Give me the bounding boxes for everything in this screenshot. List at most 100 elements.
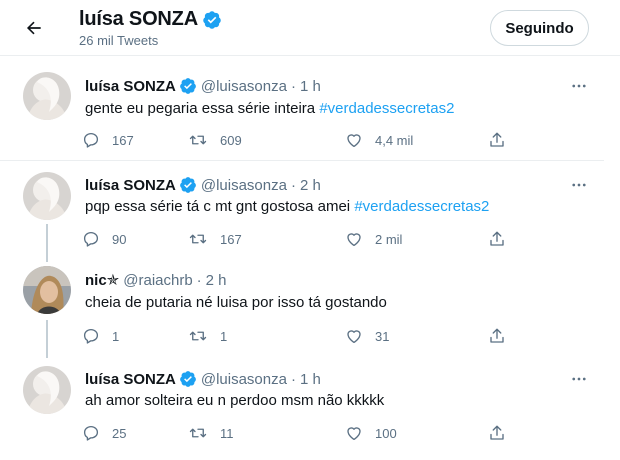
following-button[interactable]: Seguindo <box>490 10 589 46</box>
retweet-count: 1 <box>220 328 228 344</box>
avatar[interactable] <box>23 172 71 220</box>
retweet-icon <box>189 234 207 244</box>
like-button[interactable]: 4,4 mil <box>345 130 413 150</box>
reply-icon <box>83 231 99 247</box>
tweet-text: cheia de putaria né luisa por isso tá go… <box>85 294 387 311</box>
reply-button[interactable]: 25 <box>82 423 126 443</box>
verified-badge-icon <box>202 10 222 30</box>
separator-dot: · <box>290 176 296 194</box>
tweet-header: nic✯ @raiachrb · 2 h <box>85 271 227 290</box>
reply-count: 90 <box>112 231 127 247</box>
like-button[interactable]: 2 mil <box>345 229 402 249</box>
retweet-count: 11 <box>220 425 234 441</box>
share-icon <box>490 425 504 440</box>
avatar[interactable] <box>23 72 71 120</box>
author-handle[interactable]: @luisasonza <box>201 78 287 95</box>
reply-count: 25 <box>112 425 127 441</box>
author-handle[interactable]: @luisasonza <box>201 177 287 194</box>
share-icon <box>490 231 504 246</box>
tweet-text: ah amor solteira eu n perdoo msm não kkk… <box>85 392 384 409</box>
retweet-count: 609 <box>220 132 242 148</box>
tweet-time[interactable]: 1 h <box>300 78 321 95</box>
profile-name-text: luísa SONZA <box>79 8 198 30</box>
retweet-count: 167 <box>220 231 242 247</box>
tweet-actions: 25 11 100 <box>82 423 512 443</box>
retweet-icon <box>189 428 207 438</box>
reply-button[interactable]: 90 <box>82 229 126 249</box>
verified-badge-icon <box>179 176 197 194</box>
tweet-time[interactable]: 2 h <box>206 272 227 289</box>
like-count: 4,4 mil <box>375 132 414 148</box>
author-handle[interactable]: @raiachrb <box>123 272 192 289</box>
share-icon <box>490 328 504 343</box>
separator-dot: · <box>196 271 202 289</box>
tweet[interactable]: luísa SONZA @luisasonza · 1 h ah amor so… <box>0 354 604 460</box>
tweet-body: gente eu pegaria essa série inteira <box>85 100 320 117</box>
reply-icon <box>83 132 99 148</box>
share-button[interactable] <box>488 423 506 443</box>
like-count: 100 <box>375 425 397 441</box>
reply-count: 167 <box>112 132 134 148</box>
share-icon <box>490 132 504 147</box>
author-name[interactable]: luísa SONZA <box>85 78 176 95</box>
tweet[interactable]: luísa SONZA @luisasonza · 2 h pqp essa s… <box>0 162 604 262</box>
separator-dot: · <box>290 77 296 95</box>
share-button[interactable] <box>488 326 506 346</box>
tweet-actions: 90 167 2 mil <box>82 229 512 249</box>
reply-icon <box>83 328 99 344</box>
like-icon <box>347 134 361 148</box>
avatar[interactable] <box>23 266 71 314</box>
reply-button[interactable]: 1 <box>82 326 119 346</box>
like-icon <box>347 427 361 441</box>
author-name[interactable]: luísa SONZA <box>85 371 176 388</box>
tweet-actions: 1 1 31 <box>82 326 512 346</box>
tweet-time[interactable]: 1 h <box>300 371 321 388</box>
tweet-body: pqp essa série tá c mt gnt gostosa amei <box>85 198 355 215</box>
thread-line <box>46 244 48 258</box>
like-button[interactable]: 31 <box>345 326 389 346</box>
profile-name: luísa SONZA <box>79 8 222 31</box>
thread-line <box>46 320 48 358</box>
retweet-button[interactable]: 11 <box>188 423 234 443</box>
retweet-button[interactable]: 1 <box>188 326 227 346</box>
share-button[interactable] <box>488 229 506 249</box>
like-count: 2 mil <box>375 231 403 247</box>
tweet-body: cheia de putaria né luisa por isso tá go… <box>85 294 387 311</box>
hashtag-link[interactable]: #verdadessecretas2 <box>354 198 489 215</box>
verified-badge-icon <box>179 370 197 388</box>
profile-header: luísa SONZA 26 mil Tweets Seguindo <box>0 0 620 56</box>
author-name[interactable]: luísa SONZA <box>85 177 176 194</box>
like-button[interactable]: 100 <box>345 423 397 443</box>
tweet-text: pqp essa série tá c mt gnt gostosa amei … <box>85 198 489 215</box>
verified-badge-icon <box>179 77 197 95</box>
tweet-text: gente eu pegaria essa série inteira #ver… <box>85 100 454 117</box>
more-icon[interactable] <box>570 77 588 95</box>
more-icon[interactable] <box>570 176 588 194</box>
tweet-time[interactable]: 2 h <box>300 177 321 194</box>
retweet-icon <box>189 135 207 145</box>
tweet-header: luísa SONZA @luisasonza · 2 h <box>85 176 321 194</box>
author-name[interactable]: nic✯ <box>85 271 119 289</box>
share-button[interactable] <box>488 130 506 150</box>
author-handle[interactable]: @luisasonza <box>201 371 287 388</box>
tweet-actions: 167 609 4,4 mil <box>82 130 512 150</box>
avatar[interactable] <box>23 366 71 414</box>
like-count: 31 <box>375 328 390 344</box>
like-icon <box>347 330 361 344</box>
tweet[interactable]: nic✯ @raiachrb · 2 h cheia de putaria né… <box>0 244 604 358</box>
retweet-button[interactable]: 167 <box>188 229 242 249</box>
retweet-button[interactable]: 609 <box>188 130 242 150</box>
reply-count: 1 <box>112 328 120 344</box>
reply-button[interactable]: 167 <box>82 130 134 150</box>
retweet-icon <box>189 331 207 341</box>
back-arrow-icon[interactable] <box>20 14 48 42</box>
tweet-count: 26 mil Tweets <box>79 33 159 48</box>
tweet[interactable]: luísa SONZA @luisasonza · 1 h gente eu p… <box>0 64 604 161</box>
tweet-body: ah amor solteira eu n perdoo msm não kkk… <box>85 392 385 409</box>
tweet-header: luísa SONZA @luisasonza · 1 h <box>85 370 321 388</box>
hashtag-link[interactable]: #verdadessecretas2 <box>319 100 454 117</box>
like-icon <box>347 233 361 247</box>
reply-icon <box>83 425 99 441</box>
more-icon[interactable] <box>570 370 588 388</box>
separator-dot: · <box>290 370 296 388</box>
